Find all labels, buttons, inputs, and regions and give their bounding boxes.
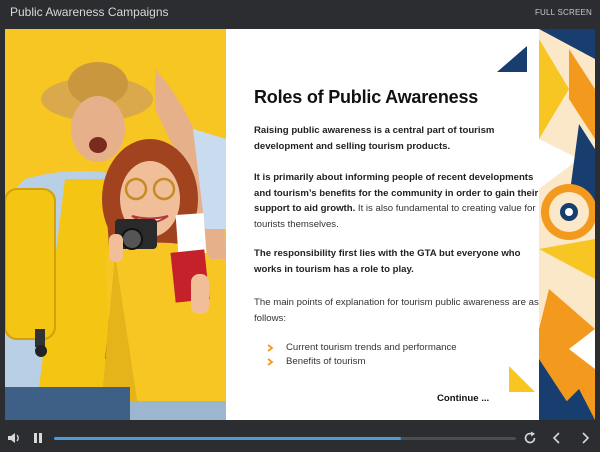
paragraph-1-text: Raising public awareness is a central pa… xyxy=(254,125,495,152)
chevron-right-icon xyxy=(267,344,274,352)
continue-button[interactable]: Continue ... xyxy=(437,393,489,404)
bullet-list: Current tourism trends and performance B… xyxy=(266,341,526,369)
list-item: Current tourism trends and performance xyxy=(266,341,526,355)
paragraph-2: It is primarily about informing people o… xyxy=(254,170,540,232)
progress-fill xyxy=(54,437,401,440)
bullet-text: Benefits of tourism xyxy=(286,356,366,367)
list-item: Benefits of tourism xyxy=(266,355,526,369)
paragraph-3-text: The responsibility first lies with the G… xyxy=(254,248,521,275)
tourist-couple-photo xyxy=(5,29,226,420)
progress-bar[interactable] xyxy=(54,437,516,440)
geometric-pattern-decoration xyxy=(539,29,595,420)
pause-icon[interactable] xyxy=(30,430,46,446)
paragraph-4: The main points of explanation for touri… xyxy=(254,297,539,324)
paragraph-3: The responsibility first lies with the G… xyxy=(254,246,540,277)
yellow-triangle-decoration xyxy=(509,366,535,392)
chevron-left-icon[interactable] xyxy=(549,430,565,446)
volume-icon[interactable] xyxy=(6,430,22,446)
bullet-text: Current tourism trends and performance xyxy=(286,342,457,353)
replay-icon[interactable] xyxy=(522,430,538,446)
tourist-couple-illustration xyxy=(5,29,226,420)
chevron-right-icon xyxy=(267,358,274,366)
player-bar xyxy=(0,424,600,452)
slide: Roles of Public Awareness Raising public… xyxy=(5,29,595,420)
slide-heading: Roles of Public Awareness xyxy=(254,87,479,107)
paragraph-1: Raising public awareness is a central pa… xyxy=(254,123,540,154)
chevron-right-icon[interactable] xyxy=(577,430,593,446)
course-title: Public Awareness Campaigns xyxy=(10,5,169,19)
top-bar: Public Awareness Campaigns FULL SCREEN xyxy=(0,0,600,28)
navy-triangle-decoration xyxy=(497,46,527,72)
fullscreen-button[interactable]: FULL SCREEN xyxy=(535,8,592,17)
